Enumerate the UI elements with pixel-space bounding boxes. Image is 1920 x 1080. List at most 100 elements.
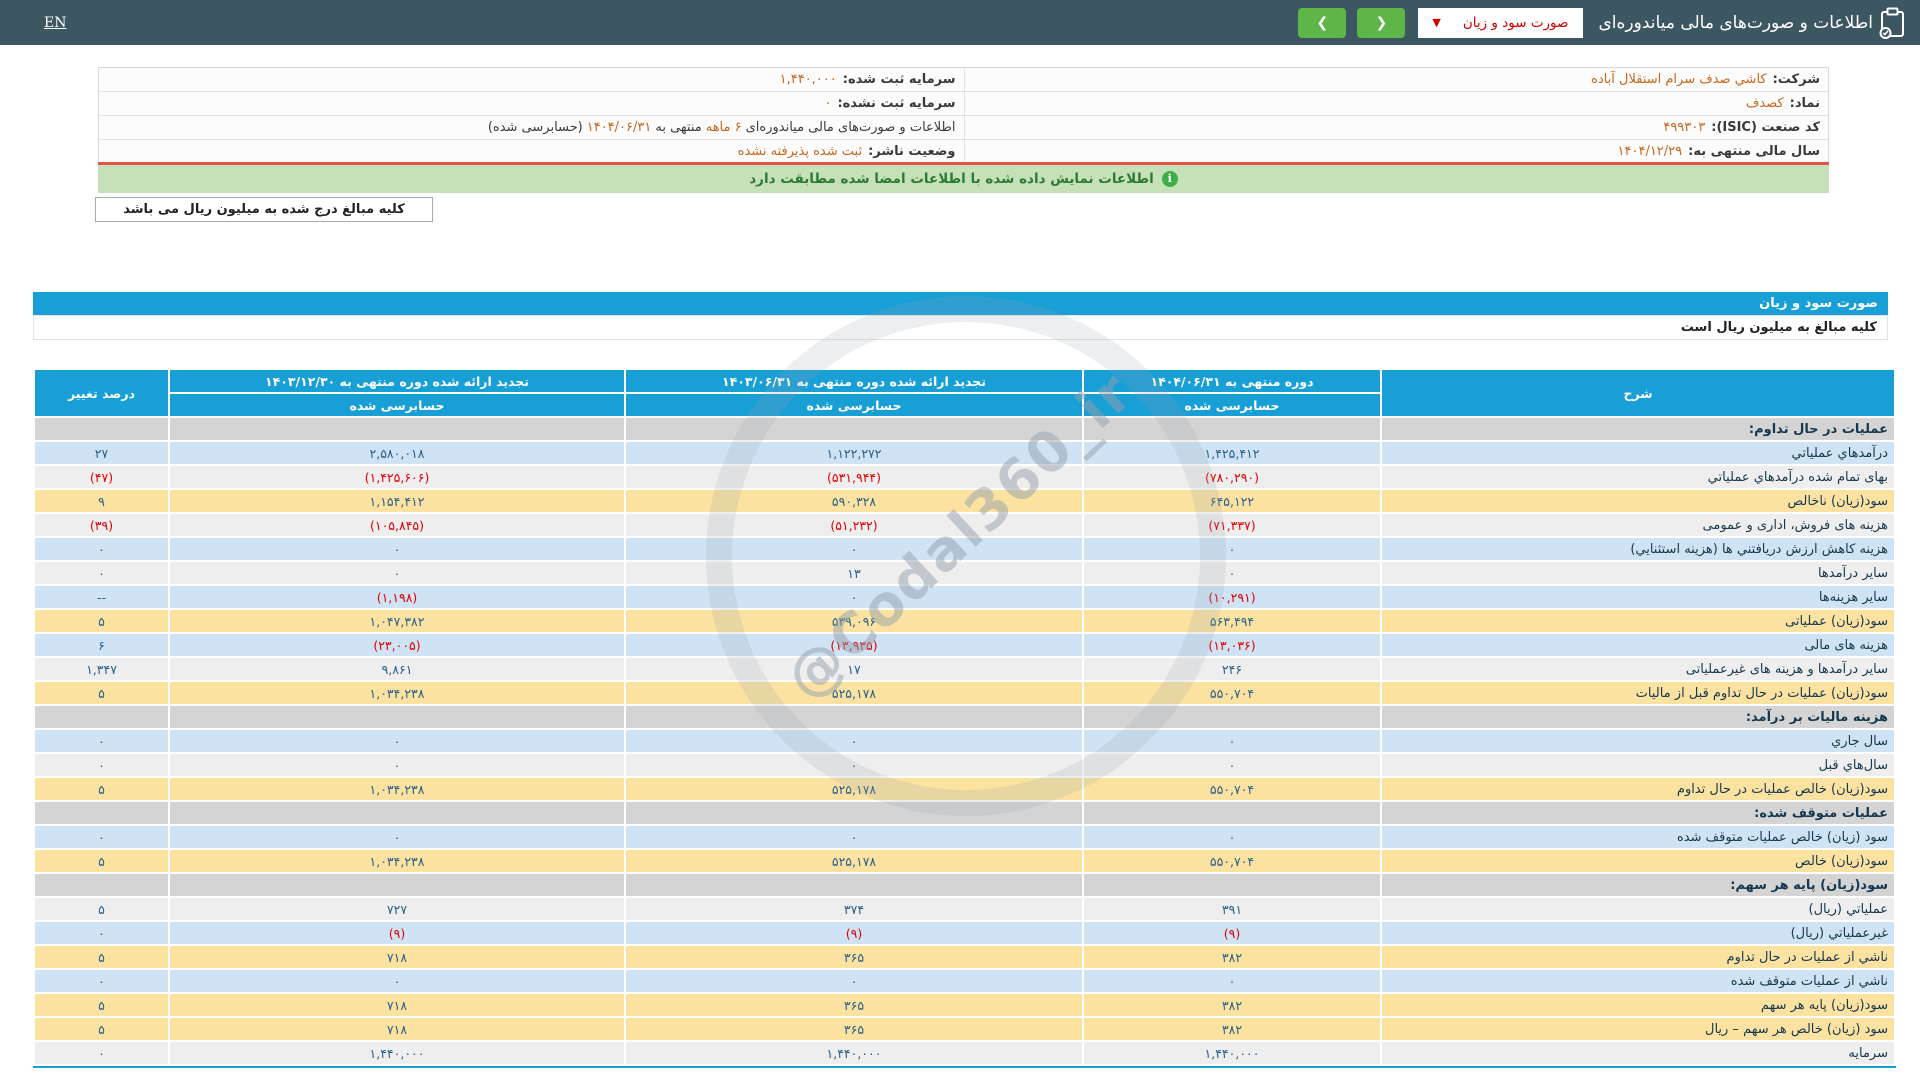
row-value: ۲۴۶: [1084, 658, 1380, 680]
company-label: شرکت:: [1773, 72, 1820, 87]
row-value: (۷۱,۳۳۷): [1084, 514, 1380, 536]
header-period-restated-annual: تجدید ارائه شده دوره منتهی به ۱۴۰۳/۱۲/۳۰: [170, 370, 624, 392]
row-label: سرمایه: [1382, 1042, 1894, 1064]
row-value: [626, 874, 1082, 896]
publisher-status-cell: وضعیت ناشر: ثبت شده پذیرفته نشده: [99, 140, 964, 163]
language-switch-link[interactable]: EN: [44, 15, 66, 31]
info-row: نماد: کصدف سرمایه ثبت نشده: ۰: [99, 92, 1828, 116]
header-change-percent: درصد تغییر: [35, 370, 168, 416]
table-row: سایر هزینه‌ها(۱۰,۲۹۱)۰(۱,۱۹۸)--: [35, 586, 1894, 608]
row-value: ۰: [1084, 754, 1380, 776]
row-value: [1084, 802, 1380, 824]
table-row: ناشي از عملیات در حال تداوم۳۸۲۳۶۵۷۱۸۵: [35, 946, 1894, 968]
next-statement-button[interactable]: ❯: [1357, 8, 1405, 38]
row-value: ۵۳۹,۰۹۶: [626, 610, 1082, 632]
row-value: (۵۱,۲۳۲): [626, 514, 1082, 536]
row-value: ۷۲۷: [170, 898, 624, 920]
table-row: سال‌هاي قبل۰۰۰۰: [35, 754, 1894, 776]
row-value: ۰: [1084, 826, 1380, 848]
row-value: (۵۳۱,۹۴۴): [626, 466, 1082, 488]
section-row: عملیات در حال تداوم:: [35, 418, 1894, 440]
row-value: ۰: [35, 826, 168, 848]
statement-unit-note-text: کلیه مبالغ به میلیون ریال است: [1681, 320, 1877, 335]
row-value: ۵: [35, 898, 168, 920]
info-row: شرکت: کاشي صدف سرام استقلال آباده سرمایه…: [99, 68, 1828, 92]
row-value: ۵۵۰,۷۰۴: [1084, 850, 1380, 872]
row-value: [170, 874, 624, 896]
row-label: ناشي از عملیات در حال تداوم: [1382, 946, 1894, 968]
row-value: [35, 802, 168, 824]
row-value: (۱,۴۲۵,۶۰۶): [170, 466, 624, 488]
row-value: [170, 418, 624, 440]
row-value: ۰: [626, 754, 1082, 776]
row-value: ۱,۰۳۴,۲۳۸: [170, 778, 624, 800]
row-label: هزینه های فروش، اداری و عمومی: [1382, 514, 1894, 536]
row-value: (۴۷): [35, 466, 168, 488]
row-value: ۲۷: [35, 442, 168, 464]
table-row: غیرعملیاتي (ریال)(۹)(۹)(۹)۰: [35, 922, 1894, 944]
row-value: [626, 802, 1082, 824]
row-value: [170, 706, 624, 728]
row-value: ۵: [35, 610, 168, 632]
row-value: [626, 706, 1082, 728]
fiscal-year-value: ۱۴۰۴/۱۲/۲۹: [1618, 144, 1683, 159]
row-value: ۵: [35, 682, 168, 704]
header-period-current: دوره منتهی به ۱۴۰۴/۰۶/۳۱: [1084, 370, 1380, 392]
row-label: ناشي از عملیات متوقف شده: [1382, 970, 1894, 992]
row-value: ۱,۴۴۰,۰۰۰: [1084, 1042, 1380, 1064]
row-value: ۵۵۰,۷۰۴: [1084, 682, 1380, 704]
row-value: ۶: [35, 634, 168, 656]
row-label: سایر درآمدها: [1382, 562, 1894, 584]
table-row: هزینه کاهش ارزش دریافتني ها (هزینه استثن…: [35, 538, 1894, 560]
row-value: ۰: [1084, 730, 1380, 752]
row-label: هزینه کاهش ارزش دریافتني ها (هزینه استثن…: [1382, 538, 1894, 560]
row-value: ۰: [1084, 970, 1380, 992]
row-value: [1084, 706, 1380, 728]
info-row: کد صنعت (ISIC): ۴۹۹۳۰۳ اطلاعات و صورت‌ها…: [99, 116, 1828, 140]
row-value: ۰: [35, 538, 168, 560]
row-value: ۵۶۳,۴۹۴: [1084, 610, 1380, 632]
row-label: سایر درآمدها و هزینه های غیرعملیاتی: [1382, 658, 1894, 680]
company-value: کاشي صدف سرام استقلال آباده: [1591, 72, 1766, 87]
row-value: ۰: [170, 826, 624, 848]
prev-statement-button[interactable]: ❮: [1298, 8, 1346, 38]
row-value: ۳۸۲: [1084, 994, 1380, 1016]
chevron-down-icon: ▼: [1432, 16, 1440, 29]
row-value: ۵: [35, 994, 168, 1016]
row-value: ۱,۳۴۷: [35, 658, 168, 680]
row-label: عملیات متوقف شده:: [1382, 802, 1894, 824]
statement-type-dropdown[interactable]: ▼ صورت سود و زیان: [1418, 8, 1582, 38]
info-row: سال مالی منتهی به: ۱۴۰۴/۱۲/۲۹ وضعیت ناشر…: [99, 140, 1828, 164]
income-statement-table: شرح دوره منتهی به ۱۴۰۴/۰۶/۳۱ تجدید ارائه…: [33, 368, 1896, 1068]
table-row: سود(زیان) عملیاتی۵۶۳,۴۹۴۵۳۹,۰۹۶۱,۰۴۷,۳۸۲…: [35, 610, 1894, 632]
row-value: ۵۹۰,۳۲۸: [626, 490, 1082, 512]
symbol-cell: نماد: کصدف: [964, 92, 1829, 115]
row-value: ۰: [170, 562, 624, 584]
row-value: --: [35, 586, 168, 608]
row-value: ۰: [35, 970, 168, 992]
period-description-cell: اطلاعات و صورت‌های مالی میاندوره‌ای ۶ ما…: [99, 116, 964, 139]
table-row: سرمایه۱,۴۴۰,۰۰۰۱,۴۴۰,۰۰۰۱,۴۴۰,۰۰۰۰: [35, 1042, 1894, 1064]
header-period-restated-mid: تجدید ارائه شده دوره منتهی به ۱۴۰۳/۰۶/۳۱: [626, 370, 1082, 392]
registered-capital-value: ۱,۴۴۰,۰۰۰: [780, 72, 837, 87]
row-value: ۳۶۵: [626, 946, 1082, 968]
symbol-value: کصدف: [1746, 96, 1784, 111]
row-label: عملیاتي (ریال): [1382, 898, 1894, 920]
table-row: بهای تمام شده درآمدهاي عملیاتي(۷۸۰,۲۹۰)(…: [35, 466, 1894, 488]
table-header: شرح دوره منتهی به ۱۴۰۴/۰۶/۳۱ تجدید ارائه…: [35, 370, 1894, 416]
row-label: سود(زیان) خالص عملیات در حال تداوم: [1382, 778, 1894, 800]
statement-unit-note: کلیه مبالغ به میلیون ریال است: [33, 315, 1888, 340]
row-label: سود(زیان) عملیاتی: [1382, 610, 1894, 632]
table-row: سایر درآمدها و هزینه های غیرعملیاتی۲۴۶۱۷…: [35, 658, 1894, 680]
row-value: ۱,۰۴۷,۳۸۲: [170, 610, 624, 632]
table-row: سود (زیان) خالص هر سهم – ریال۳۸۲۳۶۵۷۱۸۵: [35, 1018, 1894, 1040]
row-value: ۵: [35, 850, 168, 872]
table-row: سود(زیان) خالص۵۵۰,۷۰۴۵۲۵,۱۷۸۱,۰۳۴,۲۳۸۵: [35, 850, 1894, 872]
row-value: ۱,۰۳۴,۲۳۸: [170, 682, 624, 704]
company-info-table: شرکت: کاشي صدف سرام استقلال آباده سرمایه…: [98, 67, 1829, 164]
row-value: ۱,۴۴۰,۰۰۰: [626, 1042, 1082, 1064]
row-value: ۱,۰۳۴,۲۳۸: [170, 850, 624, 872]
row-value: ۳۶۵: [626, 994, 1082, 1016]
row-value: ۰: [170, 970, 624, 992]
row-label: درآمدهاي عملیاتي: [1382, 442, 1894, 464]
